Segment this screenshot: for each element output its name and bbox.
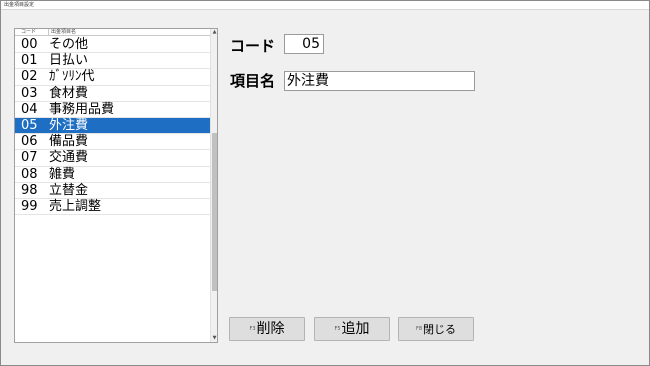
list-item-code: 00 [21, 37, 38, 52]
list-item[interactable]: 03 食材費 [15, 86, 211, 102]
list-item-name: 備品費 [49, 134, 89, 150]
list-item-name: その他 [49, 37, 89, 52]
title-bar: 出金項目設定 [1, 1, 649, 10]
column-header-code[interactable]: コード [21, 29, 36, 35]
list-rows: 00 その他 01 日払い 02 ｶﾞｿﾘﾝ代 03 食材費 04 事務用品費 05 外注費 06 備品費… [15, 37, 211, 216]
list-item-code: 07 [21, 150, 38, 166]
list-item[interactable]: 07 交通費 [15, 150, 211, 167]
f8-key-icon: F8 [415, 326, 423, 332]
code-label: コード [230, 37, 276, 55]
list-item-name: 立替金 [49, 182, 89, 198]
list-item[interactable]: 08 雑費 [15, 167, 211, 183]
f5-key-icon: F5 [334, 326, 341, 332]
scroll-up-arrow-icon[interactable]: ▲ [211, 29, 218, 36]
scroll-thumb[interactable] [212, 133, 217, 291]
list-item-name: 日払い [49, 53, 89, 69]
add-button-label: 追加 [341, 321, 370, 337]
list-item-code: 03 [21, 85, 38, 101]
list-item-name: 雑費 [49, 166, 76, 182]
scroll-down-arrow-icon[interactable]: ▼ [211, 335, 218, 342]
add-button[interactable]: F5追加 [314, 317, 390, 341]
list-item-name: 外注費 [49, 117, 89, 133]
list-item[interactable]: 04 事務用品費 [15, 102, 211, 118]
list-item-code: 05 [21, 117, 38, 133]
column-header-name[interactable]: 出金項目名 [48, 29, 76, 35]
close-button-label: 閉じる [423, 323, 457, 336]
list-item-name: ｶﾞｿﾘﾝ代 [49, 69, 95, 85]
item-name-field[interactable]: 外注費 [284, 71, 475, 91]
list-item-code: 08 [21, 166, 38, 182]
list-item[interactable]: 05 外注費 [15, 117, 211, 135]
list-item-name: 売上調整 [49, 198, 102, 214]
list-item[interactable]: 01 日払い [15, 53, 211, 70]
list-item-code: 98 [21, 182, 38, 198]
list-item-code: 06 [21, 134, 38, 150]
list-item[interactable]: 06 備品費 [15, 134, 211, 151]
list-item-code: 01 [21, 53, 38, 69]
delete-button-label: 削除 [256, 321, 285, 337]
f3-key-icon: F3 [249, 326, 256, 332]
list-item-name: 食材費 [49, 85, 89, 101]
expense-item-settings-window: 出金項目設定 コード 出金項目名 00 その他 01 日払い 02 ｶﾞｿﾘﾝ代 03 食材費… [0, 0, 650, 366]
list-item-name: 事務用品費 [49, 101, 115, 117]
list-item-code: 04 [21, 101, 38, 117]
list-item[interactable]: 99 売上調整 [15, 198, 211, 216]
expense-item-list[interactable]: コード 出金項目名 00 その他 01 日払い 02 ｶﾞｿﾘﾝ代 03 食材費 04 事務用品費… [14, 28, 218, 343]
code-field[interactable]: 05 [284, 34, 324, 54]
list-item-code: 99 [21, 198, 38, 214]
list-item[interactable]: 02 ｶﾞｿﾘﾝ代 [15, 69, 211, 86]
close-button[interactable]: F8閉じる [398, 317, 474, 341]
window-title: 出金項目設定 [4, 2, 35, 8]
item-name-label: 項目名 [230, 72, 276, 90]
list-item-name: 交通費 [49, 150, 89, 166]
delete-button[interactable]: F3削除 [229, 317, 305, 341]
list-item-code: 02 [21, 69, 38, 85]
list-scrollbar[interactable]: ▲ ▼ [210, 29, 217, 342]
list-item[interactable]: 00 その他 [15, 37, 211, 54]
list-item[interactable]: 98 立替金 [15, 183, 211, 199]
list-header: コード 出金項目名 [15, 29, 211, 36]
